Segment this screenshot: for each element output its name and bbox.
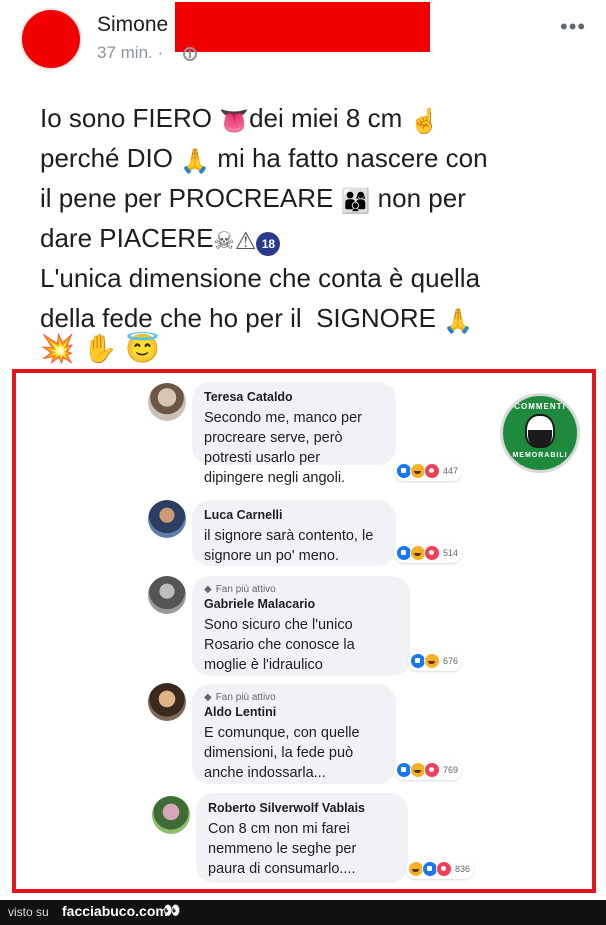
post-line-3a: il pene per PROCREARE bbox=[40, 183, 341, 213]
post-timestamp[interactable]: 37 min. · bbox=[97, 43, 163, 63]
commenti-memorabili-logo: COMMENTI MEMORABILI bbox=[500, 393, 580, 473]
badge-label: Fan più attivo bbox=[215, 584, 276, 595]
comment-text: E comunque, con quelle dimensioni, la fe… bbox=[204, 725, 360, 781]
raised-hand-icon: ✋ bbox=[82, 333, 118, 364]
family-icon: 👨‍👩‍👦 bbox=[340, 188, 371, 215]
badge-label: Fan più attivo bbox=[215, 692, 276, 703]
post-line-4a: dare PIACERE bbox=[40, 223, 214, 253]
comment-bubble: ◆ Fan più attivo Gabriele Malacario Sono … bbox=[192, 576, 410, 676]
footer-site-link[interactable]: facciabuco.com bbox=[62, 903, 168, 919]
footer-visto-text: visto su bbox=[8, 905, 49, 919]
commenter-avatar[interactable] bbox=[148, 383, 186, 421]
skull-icon: ☠ bbox=[213, 228, 235, 255]
logo-text-top: COMMENTI bbox=[514, 402, 566, 411]
commenter-name[interactable]: Roberto Silverwolf Vablais bbox=[208, 801, 396, 815]
reaction-count: 514 bbox=[443, 548, 459, 558]
comment-bubble: ◆ Fan più attivo Aldo Lentini E comunque,… bbox=[192, 684, 396, 784]
reactions-summary[interactable]: 514 bbox=[394, 543, 463, 563]
comment-bubble: Luca Carnelli il signore sarà contento, … bbox=[192, 500, 396, 566]
author-name[interactable]: Simone bbox=[97, 13, 168, 37]
pray-icon: 🙏 bbox=[180, 148, 211, 175]
comment-bubble: Roberto Silverwolf Vablais Con 8 cm non … bbox=[196, 793, 408, 883]
post-line-6: della fede che ho per il SIGNORE bbox=[40, 303, 444, 333]
point-up-icon: ☝ bbox=[409, 108, 440, 135]
post-line-1b: dei miei 8 cm bbox=[249, 103, 410, 133]
post-line-2b: mi ha fatto nascere con bbox=[210, 143, 488, 173]
commenter-avatar[interactable] bbox=[148, 683, 186, 721]
reaction-count: 676 bbox=[443, 656, 459, 666]
more-options-icon[interactable]: ••• bbox=[560, 14, 586, 40]
diamond-icon: ◆ bbox=[204, 692, 212, 703]
post-text: Io sono FIERO 👅dei miei 8 cm ☝ perché DI… bbox=[40, 98, 580, 338]
diamond-icon: ◆ bbox=[204, 584, 212, 595]
halo-face-icon: 😇 bbox=[125, 333, 161, 364]
collision-icon: 💥 bbox=[40, 333, 75, 364]
warning-icon: ⚠ bbox=[234, 228, 257, 255]
love-reaction-icon bbox=[424, 545, 440, 561]
commenter-name[interactable]: Aldo Lentini bbox=[204, 705, 384, 719]
comments-frame: COMMENTI MEMORABILI Teresa Cataldo Secon… bbox=[12, 369, 596, 893]
comment-text: Sono sicuro che l'unico Rosario che cono… bbox=[204, 617, 355, 673]
top-fan-badge: ◆ Fan più attivo bbox=[204, 584, 398, 595]
reactions-summary[interactable]: 676 bbox=[408, 651, 463, 671]
redaction-bar bbox=[175, 2, 430, 52]
love-reaction-icon bbox=[424, 762, 440, 778]
commenter-avatar[interactable] bbox=[148, 500, 186, 538]
commenter-name[interactable]: Luca Carnelli bbox=[204, 508, 384, 522]
post-line-1a: Io sono FIERO bbox=[40, 103, 220, 133]
commenter-name[interactable]: Gabriele Malacario bbox=[204, 597, 398, 611]
post-header: Simone 37 min. · ••• bbox=[0, 0, 606, 90]
emoji-row: 💥 ✋ 😇 bbox=[40, 332, 160, 365]
logo-text-bottom: MEMORABILI bbox=[512, 452, 568, 459]
comment-text: Con 8 cm non mi farei nemmeno le seghe p… bbox=[208, 821, 357, 877]
reaction-count: 447 bbox=[443, 466, 459, 476]
post-line-2a: perché DIO bbox=[40, 143, 181, 173]
pray-icon: 🙏 bbox=[443, 308, 474, 335]
post-line-5: L'unica dimensione che conta è quella bbox=[40, 263, 481, 293]
love-reaction-icon bbox=[436, 861, 452, 877]
love-reaction-icon bbox=[424, 463, 440, 479]
comment-bubble: Teresa Cataldo Secondo me, manco per pro… bbox=[192, 382, 396, 486]
comment-text: il signore sarà contento, le signore un … bbox=[204, 528, 374, 564]
top-fan-badge: ◆ Fan più attivo bbox=[204, 692, 384, 703]
reactions-summary[interactable]: 769 bbox=[394, 760, 463, 780]
reaction-count: 836 bbox=[455, 864, 471, 874]
no-under-18-icon: 18 bbox=[256, 232, 281, 256]
eyes-icon: 👀 bbox=[163, 902, 180, 918]
post-body: Io sono FIERO 👅dei miei 8 cm ☝ perché DI… bbox=[0, 90, 606, 368]
reaction-count: 769 bbox=[443, 765, 459, 775]
globe-icon bbox=[183, 47, 197, 61]
footer-watermark: visto su facciabuco.com 👀 bbox=[0, 900, 606, 925]
reactions-summary[interactable]: 447 bbox=[394, 461, 463, 481]
commenter-avatar[interactable] bbox=[152, 796, 190, 834]
reactions-summary[interactable]: 836 bbox=[406, 859, 475, 879]
commenter-avatar[interactable] bbox=[148, 576, 186, 614]
comment-text: Secondo me, manco per procreare serve, p… bbox=[204, 410, 362, 486]
commenter-name[interactable]: Teresa Cataldo bbox=[204, 390, 384, 404]
tongue-icon: 👅 bbox=[219, 108, 250, 135]
author-avatar[interactable] bbox=[20, 8, 82, 70]
haha-reaction-icon bbox=[424, 653, 440, 669]
post-line-3b: non per bbox=[370, 183, 466, 213]
